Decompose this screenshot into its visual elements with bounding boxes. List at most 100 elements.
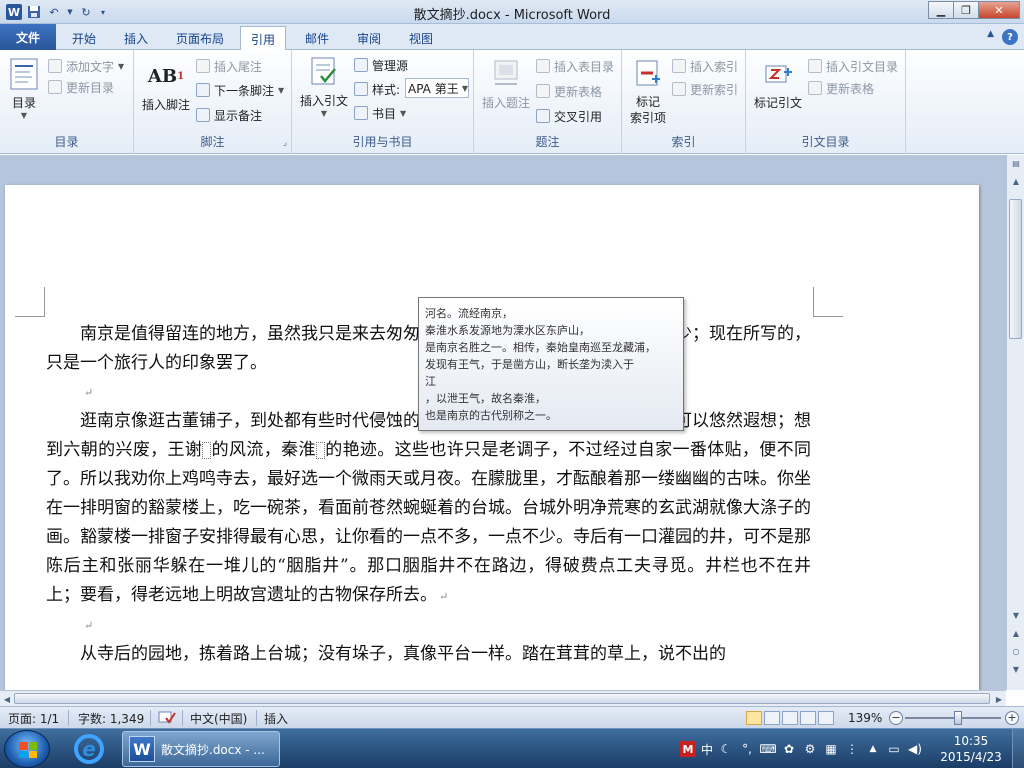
vertical-scrollbar[interactable]: ▤ ▲ ▼ ▲ ○ ▼ (1006, 155, 1024, 690)
scroll-down-icon[interactable]: ▼ (1008, 607, 1024, 623)
scroll-up-icon[interactable]: ▲ (1008, 173, 1024, 189)
taskbar-internet-explorer[interactable]: e (62, 731, 116, 767)
word-count[interactable]: 字数: 1,349 (78, 710, 144, 726)
insert-mode-indicator[interactable]: 插入 (264, 710, 288, 726)
update-toc-icon (48, 80, 62, 94)
insert-citation-label: 插入引文 (299, 94, 348, 108)
browse-object-icon[interactable]: ○ (1008, 643, 1024, 659)
outline-view-button[interactable] (800, 711, 816, 725)
network-icon[interactable]: ▭ (886, 741, 902, 757)
insert-toa-button[interactable]: 插入引文目录 (808, 56, 898, 76)
mark-citation-button[interactable]: 标记引文 (750, 58, 806, 111)
volume-icon[interactable]: ◀) (907, 741, 923, 757)
insert-citation-button[interactable]: 插入引文 ▼ (296, 56, 352, 118)
tray-expand-icon[interactable]: ▲ (865, 741, 881, 757)
ime-tool-icon[interactable]: ⚙ (802, 741, 818, 757)
keyboard-icon[interactable]: ⌨ (759, 741, 776, 757)
tab-home[interactable]: 开始 (62, 26, 106, 50)
group-toc: 目录 ▼ 添加文字 ▼ 更新目录 目录 (0, 50, 134, 154)
tooltip-line: ，以泄王气，故名秦淮， (425, 392, 546, 405)
ruler-toggle-icon[interactable]: ▤ (1008, 155, 1024, 171)
zoom-slider-track[interactable] (905, 717, 1001, 719)
insert-caption-button[interactable]: 插入题注 (478, 58, 534, 111)
margin-corner-left (15, 287, 45, 317)
insert-index-button[interactable]: 插入索引 (672, 56, 738, 76)
help-icon[interactable]: ? (1002, 29, 1018, 45)
draft-view-button[interactable] (818, 711, 834, 725)
vertical-scroll-thumb[interactable] (1009, 199, 1022, 339)
bibliography-button[interactable]: 书目 ▼ (354, 103, 406, 123)
mark-entry-button[interactable]: 标记 索引项 (626, 58, 670, 126)
tab-view[interactable]: 视图 (399, 26, 443, 50)
insert-table-of-figures-button[interactable]: 插入表目录 (536, 56, 614, 76)
next-page-icon[interactable]: ▼ (1008, 661, 1024, 677)
punctuation-icon[interactable]: °, (739, 741, 755, 757)
scroll-left-icon[interactable]: ◀ (0, 691, 14, 707)
insert-footnote-button[interactable]: AB 1 插入脚注 (138, 60, 194, 113)
citation-style-select[interactable]: APA 第王 ▼ (405, 78, 469, 98)
footnote-dialog-launcher-icon[interactable]: ⌟ (283, 138, 287, 148)
next-footnote-dropdown-icon: ▼ (278, 85, 285, 95)
tab-insert[interactable]: 插入 (114, 26, 158, 50)
add-text-button[interactable]: 添加文字 ▼ (48, 56, 124, 76)
cross-reference-icon (536, 109, 550, 123)
horizontal-scrollbar[interactable]: ◀ ▶ (0, 690, 1006, 706)
word-icon: W (129, 736, 155, 762)
close-button[interactable]: ✕ (978, 1, 1020, 19)
restore-button[interactable]: ❐ (953, 1, 979, 19)
group-label-toc: 目录 (54, 135, 79, 149)
minimize-ribbon-icon[interactable]: ▲ (987, 29, 994, 45)
tab-references[interactable]: 引用 (240, 26, 287, 51)
scroll-right-icon[interactable]: ▶ (992, 691, 1006, 707)
language-indicator[interactable]: 中文(中国) (190, 710, 247, 726)
cross-reference-button[interactable]: 交叉引用 (536, 106, 602, 126)
zoom-level[interactable]: 139% (848, 710, 882, 726)
start-button[interactable] (4, 730, 50, 768)
footnote-reference-1[interactable] (202, 442, 212, 459)
print-layout-view-button[interactable] (746, 711, 762, 725)
paragraph-3[interactable]: 从寺后的园地，拣着路上台城；没有垛子，真像平台一样。踏在茸茸的草上，说不出的 (46, 640, 811, 669)
zoom-slider-thumb[interactable] (954, 711, 962, 725)
zoom-out-button[interactable]: − (889, 711, 903, 725)
group-captions: 插入题注 插入表目录 更新表格 交叉引用 题注 (474, 50, 622, 154)
cross-reference-label: 交叉引用 (554, 109, 603, 124)
horizontal-scroll-thumb[interactable] (14, 693, 990, 704)
footnote-reference-2[interactable] (315, 442, 325, 459)
taskbar-word-window[interactable]: W 散文摘抄.docx - ... (122, 731, 280, 767)
full-screen-reading-view-button[interactable] (764, 711, 780, 725)
insert-endnote-button[interactable]: 插入尾注 (196, 56, 262, 76)
ime-mode[interactable]: 中 (701, 741, 713, 758)
clock[interactable]: 10:35 2015/4/23 (936, 733, 1006, 765)
insert-toa-icon (808, 59, 822, 73)
insert-footnote-label: 插入脚注 (141, 98, 190, 112)
tab-file[interactable]: 文件 (0, 24, 56, 50)
paragraph-2[interactable]: 逛南京像逛古董铺子，到处都有些时代侵蚀的痕迹。你可以揣摩，你可以凭吊，可以悠然遐… (46, 407, 811, 611)
toc-button[interactable]: 目录 ▼ (6, 58, 42, 120)
ime-menu-icon[interactable]: ⋮ (844, 741, 860, 757)
moon-icon[interactable]: ☾ (718, 741, 734, 757)
update-index-button[interactable]: 更新索引 (672, 79, 738, 99)
document-page[interactable]: 南京是值得留连的地方，虽然我只是来去匆匆，但也想夸说夸说，可惜知道的太少；现在所… (5, 185, 979, 690)
zoom-in-button[interactable]: + (1005, 711, 1019, 725)
page-count[interactable]: 页面: 1/1 (8, 710, 59, 726)
tab-page-layout[interactable]: 页面布局 (166, 26, 234, 50)
update-table-of-figures-button[interactable]: 更新表格 (536, 81, 602, 101)
group-citations: 插入引文 ▼ 管理源 样式: 书目 ▼ 引用与书目 (292, 50, 474, 154)
ime-skin-icon[interactable]: ✿ (781, 741, 797, 757)
ime-settings-icon[interactable]: ▦ (823, 741, 839, 757)
update-table-icon (536, 84, 550, 98)
status-separator (256, 710, 257, 726)
show-desktop-button[interactable] (1012, 729, 1024, 768)
proofing-icon[interactable] (158, 710, 176, 726)
tab-review[interactable]: 审阅 (347, 26, 391, 50)
update-toa-button[interactable]: 更新表格 (808, 78, 874, 98)
tab-mailings[interactable]: 邮件 (295, 26, 339, 50)
show-notes-button[interactable]: 显示备注 (196, 105, 262, 125)
next-footnote-button[interactable]: 下一条脚注 ▼ (196, 80, 284, 100)
update-toc-button[interactable]: 更新目录 (48, 77, 114, 97)
minimize-button[interactable]: ▁ (928, 1, 954, 19)
previous-page-icon[interactable]: ▲ (1008, 625, 1024, 641)
web-layout-view-button[interactable] (782, 711, 798, 725)
ime-logo-icon[interactable]: M (680, 741, 696, 757)
manage-sources-button[interactable]: 管理源 (354, 55, 408, 75)
